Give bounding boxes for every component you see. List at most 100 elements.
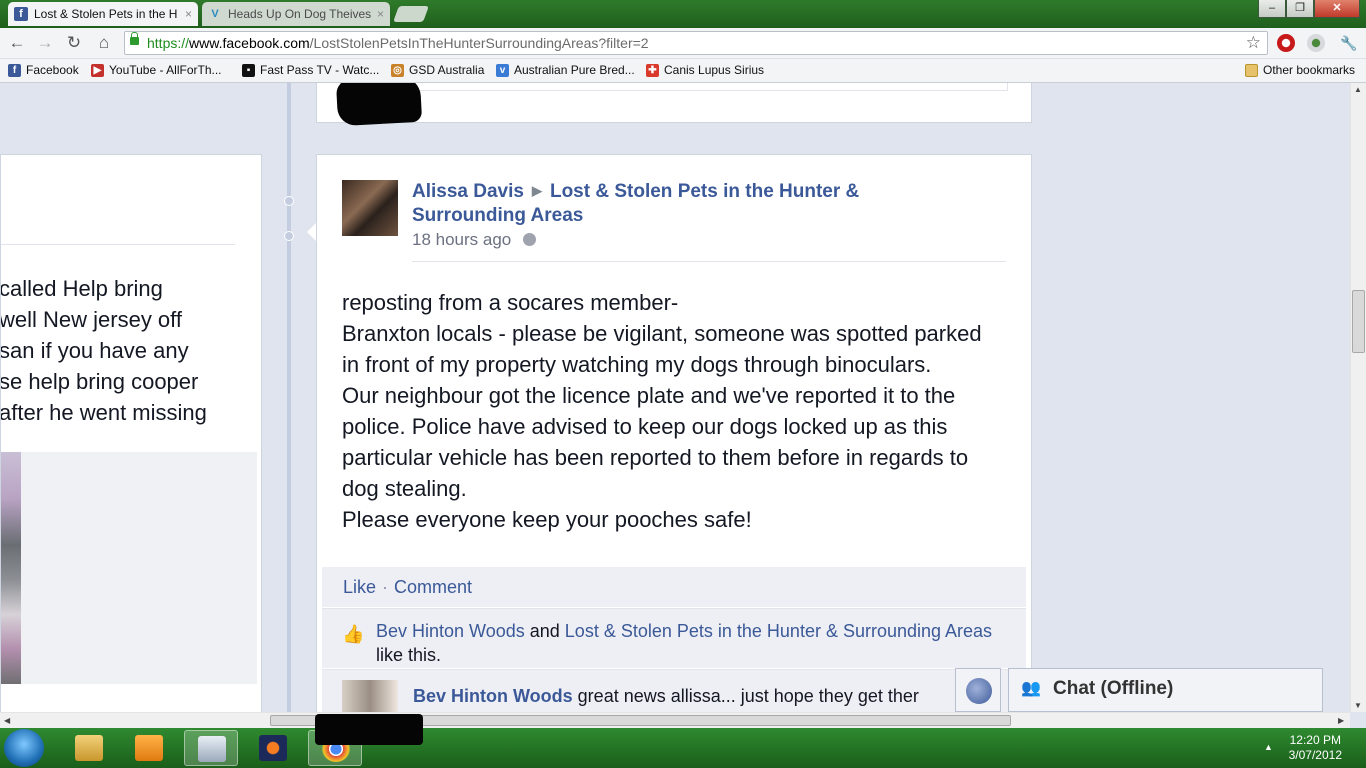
extension-power-icon[interactable] [1277,34,1295,52]
post-body-line: reposting from a socares member- [342,290,679,315]
keyboard-icon [198,736,226,762]
previous-post-attachment [340,83,1008,91]
home-icon[interactable]: ⌂ [93,32,115,54]
scroll-right-arrow-icon[interactable]: ▶ [1338,716,1344,725]
post-author-link[interactable]: Alissa Davis [412,181,524,202]
likes-and: and [524,621,565,641]
minimize-button[interactable]: – [1258,0,1286,18]
next-app-icon [259,735,287,761]
taskbar-media-player[interactable] [122,730,176,766]
notifications-globe-button[interactable] [955,668,1001,712]
bookmark-label: Canis Lupus Sirius [664,63,765,77]
bookmark-facebook[interactable]: f Facebook [8,63,79,77]
site-icon: v [496,63,509,77]
tab-title: Heads Up On Dog Theives [228,7,372,21]
close-tab-icon[interactable]: × [185,7,192,21]
tab-title: Lost & Stolen Pets in the H [34,7,178,21]
bookmark-label: Facebook [26,63,79,77]
reload-icon[interactable]: ↻ [63,32,85,54]
start-button[interactable] [4,729,44,767]
url-scheme: https:// [147,35,190,51]
bookmark-label: Fast Pass TV - Watc... [260,63,380,77]
post-body-line: in front of my property watching my dogs… [342,352,932,377]
avatar[interactable] [342,680,398,712]
bookmark-other[interactable]: Other bookmarks [1245,63,1355,77]
taskbar-next-app[interactable] [246,730,300,766]
bookmark-gsd-australia[interactable]: ◎ GSD Australia [391,63,484,77]
bookmark-canis-lupus-sirius[interactable]: ✚ Canis Lupus Sirius [646,63,764,77]
comment-author-link[interactable]: Bev Hinton Woods [413,686,573,706]
left-post-text: called Help bring well New jersey off sa… [1,273,261,428]
maximize-button[interactable]: ❐ [1286,0,1314,18]
clock-date: 3/07/2012 [1288,748,1342,762]
windows-taskbar: ▲ 12:20 PM 3/07/2012 [0,728,1366,768]
show-hidden-icons-icon[interactable]: ▲ [1264,742,1273,752]
vertical-scrollbar[interactable]: ▲ ▼ [1350,83,1366,712]
close-tab-icon[interactable]: × [377,7,384,21]
post-header: Alissa Davis ▶ Lost & Stolen Pets in the H… [412,179,972,228]
timeline-dot [284,196,294,206]
url-text[interactable]: https://www.facebook.com/LostStolenPetsI… [147,32,649,54]
page-viewport: called Help bring well New jersey off sa… [0,83,1350,712]
left-post-line: after he went missing [1,400,207,425]
bookmark-star-icon[interactable]: ☆ [1246,32,1261,54]
bookmarks-bar: f Facebook ▶ YouTube - AllForTh... ▪ Fas… [0,59,1366,83]
comment-link[interactable]: Comment [394,577,472,597]
separator-dot: · [382,577,389,597]
globe-icon [966,678,992,704]
avatar[interactable] [342,180,398,236]
wrench-menu-icon[interactable]: 🔧 [1338,32,1360,54]
close-window-button[interactable]: ✕ [1314,0,1360,18]
new-tab-button[interactable] [393,6,429,22]
timeline-spine [287,83,291,712]
bookmark-australian-pure-bred[interactable]: v Australian Pure Bred... [496,63,635,77]
post-card: Alissa Davis ▶ Lost & Stolen Pets in the H… [316,154,1032,712]
left-post-line: san if you have any [1,338,189,363]
post-body-line: particular vehicle has been reported to … [342,445,969,470]
back-arrow-icon[interactable]: ← [6,32,28,54]
post-body-line: Branxton locals - please be vigilant, so… [342,321,982,346]
address-bar[interactable]: https://www.facebook.com/LostStolenPetsI… [124,31,1268,55]
google-sites-icon: ✚ [646,63,659,77]
tab-heads-up-dog-theives[interactable]: V Heads Up On Dog Theives × [202,2,390,26]
scroll-down-arrow-icon[interactable]: ▼ [1354,701,1362,710]
comment-item: Bev Hinton Woods great news allissa... j… [322,669,1026,712]
url-path: /LostStolenPetsInTheHunterSurroundingAre… [309,35,649,51]
system-clock[interactable]: 12:20 PM 3/07/2012 [1289,733,1342,763]
likes-suffix: like this. [376,645,442,665]
liker-link[interactable]: Bev Hinton Woods [376,621,525,641]
taskbar-explorer[interactable] [62,730,116,766]
window-controls: – ❐ ✕ [1258,0,1360,18]
tab-lost-stolen-pets[interactable]: f Lost & Stolen Pets in the H × [8,2,198,26]
bookmark-youtube[interactable]: ▶ YouTube - AllForTh... [91,63,222,77]
facebook-icon: f [14,7,28,21]
taskbar-keyboard[interactable] [184,730,238,766]
media-player-icon [135,735,163,761]
post-time-link[interactable]: 18 hours ago [412,230,511,249]
chat-bar[interactable]: 👥 Chat (Offline) [1008,668,1323,712]
redaction-mark [315,714,423,745]
tv-icon: ▪ [242,63,255,77]
post-body: reposting from a socares member- Branxto… [342,287,1012,535]
like-link[interactable]: Like [343,577,376,597]
clock-time: 12:20 PM [1289,733,1341,747]
lock-icon [130,32,139,45]
vertical-scroll-thumb[interactable] [1352,290,1365,353]
extension-eye-icon[interactable] [1307,34,1325,52]
forward-arrow-icon[interactable]: → [34,32,56,54]
scroll-left-arrow-icon[interactable]: ◀ [4,716,10,725]
chat-users-icon: 👥 [1021,680,1041,697]
timeline-dot [284,231,294,241]
horizontal-scrollbar[interactable]: ◀ ▶ [0,712,1350,728]
left-post-line: called Help bring [1,276,163,301]
liker-page-link[interactable]: Lost & Stolen Pets in the Hunter & Surro… [565,621,992,641]
left-post-image[interactable] [1,452,21,684]
scroll-up-arrow-icon[interactable]: ▲ [1354,85,1362,94]
site-favicon-icon: V [211,8,219,20]
bookmark-fast-pass-tv[interactable]: ▪ Fast Pass TV - Watc... [242,63,379,77]
globe-icon[interactable] [523,233,537,246]
post-body-line: dog stealing. [342,476,467,501]
comment-body: great news allissa... just hope they get… [572,686,919,706]
thumbs-up-icon: 👍 [342,624,365,644]
browser-toolbar: ← → ↻ ⌂ https://www.facebook.com/LostSto… [0,28,1366,59]
